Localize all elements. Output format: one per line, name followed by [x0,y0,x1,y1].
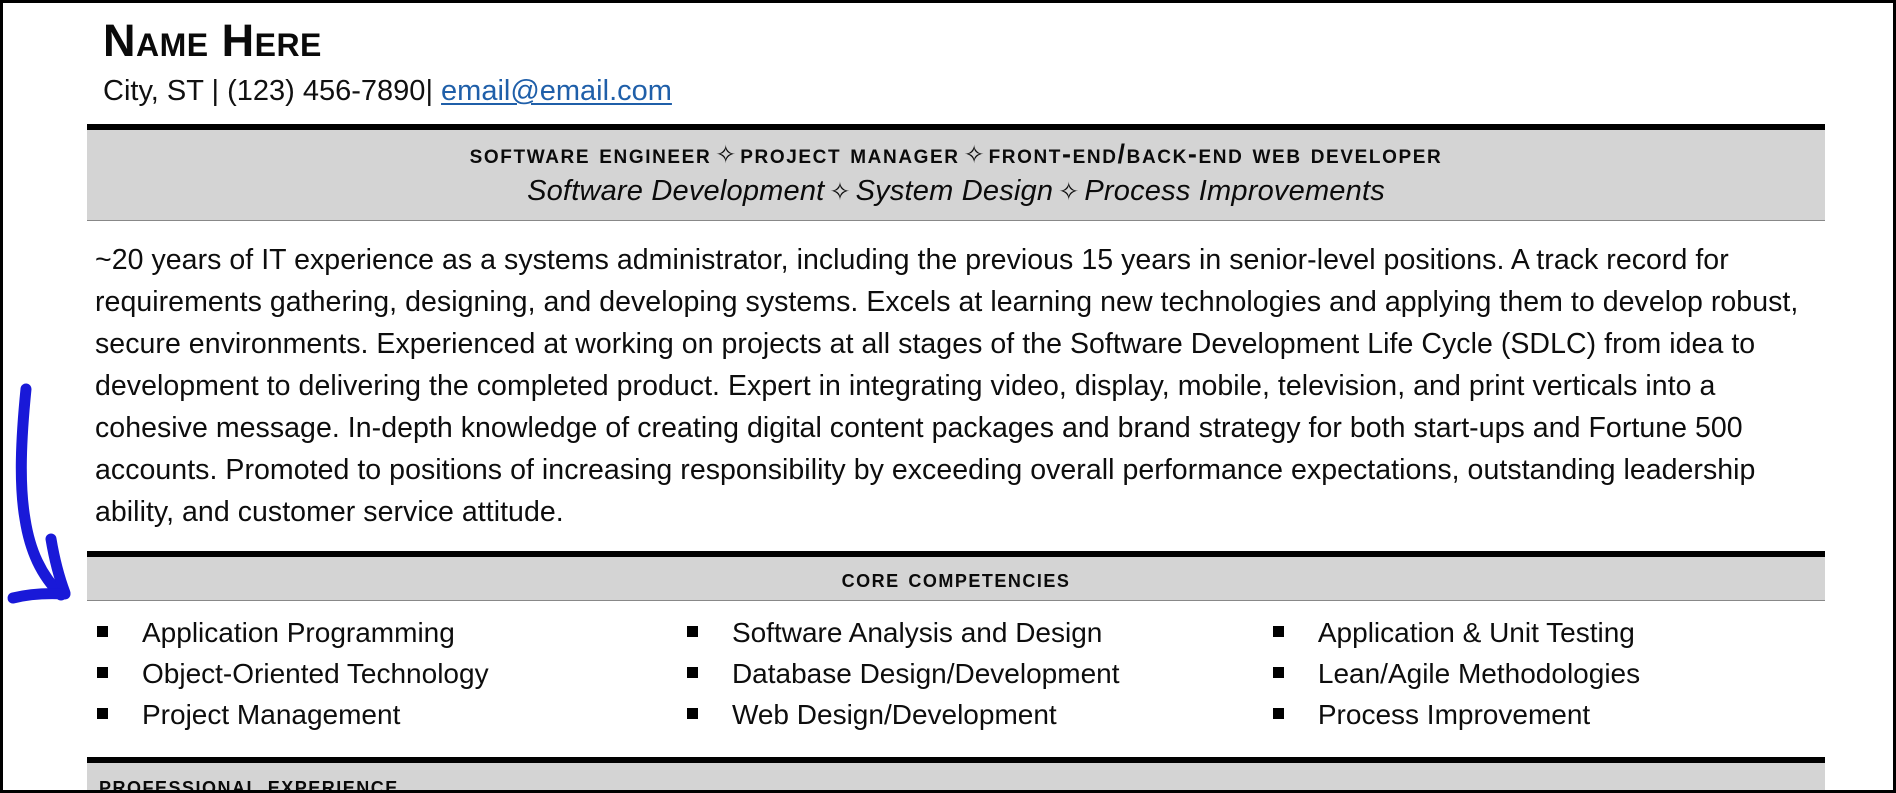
candidate-name: Name Here [103,15,322,66]
list-item: Application Programming [97,612,673,653]
list-item: Database Design/Development [686,653,1249,694]
core-competencies-heading: Core Competencies [841,563,1071,593]
competency-label: Lean/Agile Methodologies [1317,658,1641,689]
square-bullet-icon [97,626,108,637]
competency-label: Software Analysis and Design [731,617,1103,648]
document-body: Name Here City, ST | (123) 456-7890| ema… [3,3,1893,793]
specialty-3: Process Improvements [1084,175,1385,207]
square-bullet-icon [686,626,698,637]
competency-label: Project Management [142,699,401,730]
star-separator-icon: ✧ [715,141,737,169]
contact-email-link[interactable]: email@email.com [441,75,672,107]
list-item: Web Design/Development [686,694,1249,735]
competency-column-2: Software Analysis and Design Database De… [673,612,1249,735]
list-item: Application & Unit Testing [1272,612,1825,653]
square-bullet-icon [686,667,698,678]
list-item: Software Analysis and Design [686,612,1249,653]
competency-label: Database Design/Development [731,658,1120,689]
square-bullet-icon [1272,667,1284,678]
resume-page: Name Here City, ST | (123) 456-7890| ema… [0,0,1896,793]
core-competencies-grid: Application Programming Object-Oriented … [87,612,1825,735]
competency-label: Object-Oriented Technology [142,658,489,689]
role-1: Software Engineer [469,139,712,169]
list-item: Project Management [97,694,673,735]
contact-line: City, ST | (123) 456-7890| email@email.c… [103,71,1825,111]
competency-label: Application & Unit Testing [1317,617,1635,648]
role-3: Front-End/Back-End Web Developer [988,139,1443,169]
list-item: Object-Oriented Technology [97,653,673,694]
professional-experience-heading: Professional Experience [99,770,399,793]
competency-label: Process Improvement [1317,699,1591,730]
competency-label: Application Programming [142,617,455,648]
professional-experience-band: Professional Experience [87,757,1825,793]
specialty-1: Software Development [527,175,825,207]
square-bullet-icon [97,667,108,678]
star-separator-icon: ✧ [1058,178,1080,206]
square-bullet-icon [1272,708,1284,719]
competency-column-3: Application & Unit Testing Lean/Agile Me… [1249,612,1825,735]
role-2: Project Manager [740,139,960,169]
list-item: Lean/Agile Methodologies [1272,653,1825,694]
roles-line: Software Engineer ✧ Project Manager ✧ Front-… [87,137,1825,172]
competency-column-1: Application Programming Object-Oriented … [97,612,673,735]
contact-location: City, ST [103,75,204,107]
contact-phone: (123) 456-7890 [227,75,426,107]
square-bullet-icon [1272,626,1284,637]
square-bullet-icon [686,708,698,719]
contact-separator-1: | [203,75,228,107]
star-separator-icon: ✧ [963,141,985,169]
specialty-2: System Design [855,175,1054,207]
competency-label: Web Design/Development [731,699,1057,730]
list-item: Process Improvement [1272,694,1825,735]
professional-summary: ~20 years of IT experience as a systems … [95,244,1799,528]
star-separator-icon: ✧ [829,178,851,206]
square-bullet-icon [97,708,108,719]
specialties-line: Software Development ✧ System Design ✧ Proce… [87,172,1825,211]
contact-separator-2: | [425,75,442,107]
core-competencies-band: Core Competencies [87,551,1825,601]
title-band: Software Engineer ✧ Project Manager ✧ Front-… [87,124,1825,221]
